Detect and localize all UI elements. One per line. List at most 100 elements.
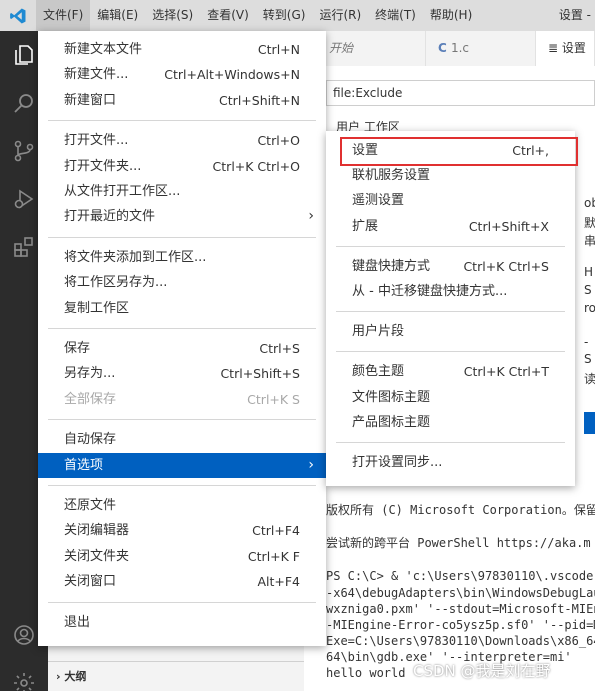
menu-item-label: 键盘快捷方式 — [352, 258, 431, 274]
settings-blue-button[interactable] — [584, 412, 595, 434]
menu-item-shortcut: Ctrl+K S — [247, 391, 300, 407]
settings-fragment: 串 — [584, 234, 595, 248]
terminal-line: 尝试新的跨平台 PowerShell https://aka.m — [326, 536, 591, 550]
settings-fragment: H — [584, 265, 594, 279]
menu-separator — [48, 485, 316, 486]
menu-separator — [48, 601, 316, 603]
window-title: 设置 - — [558, 8, 591, 22]
menu-item-shortcut: Ctrl+K F — [247, 548, 300, 564]
menu-item-pref-3-2[interactable]: 产品图标主题 — [326, 410, 575, 435]
menu-item-file-2-2[interactable]: 复制工作区 — [38, 296, 326, 321]
menu-item-file-3-0[interactable]: 保存 Ctrl+S — [38, 336, 326, 361]
outline-section[interactable]: › 大纲 — [48, 661, 304, 691]
menu-item-file-0-2[interactable]: 新建窗口 Ctrl+Shift+N — [38, 88, 326, 113]
menu-view[interactable]: 查看(V) — [200, 0, 256, 31]
menu-item-label: 保存 — [64, 341, 91, 356]
vscode-logo-icon — [0, 0, 36, 31]
tab-settings[interactable]: ≣ 设置 — [536, 31, 595, 66]
menu-item-shortcut: Ctrl+K Ctrl+T — [463, 364, 549, 380]
menu-item-pref-3-1[interactable]: 文件图标主题 — [326, 385, 575, 410]
menu-item-label: 将工作区另存为... — [64, 275, 168, 291]
menu-item-pref-0-1[interactable]: 联机服务设置 — [326, 163, 575, 188]
menu-item-label: 将文件夹添加到工作区... — [64, 249, 207, 265]
menu-item-shortcut: Alt+F4 — [257, 574, 300, 590]
menu-item-file-5-3[interactable]: 关闭窗口 Alt+F4 — [38, 569, 326, 594]
menu-item-file-2-0[interactable]: 将文件夹添加到工作区... — [38, 245, 326, 270]
menu-item-file-2-1[interactable]: 将工作区另存为... — [38, 270, 326, 295]
menu-item-label: 新建文件... — [64, 67, 129, 83]
watermark: CSDN @我是刘在野 — [413, 662, 551, 680]
menu-item-file-0-0[interactable]: 新建文本文件 Ctrl+N — [38, 37, 326, 62]
menu-item-label: 新建文本文件 — [64, 42, 143, 57]
menu-item-label: 关闭编辑器 — [64, 523, 130, 539]
menu-item-shortcut: Ctrl+Shift+X — [468, 218, 549, 234]
menu-item-pref-0-3[interactable]: 扩展 Ctrl+Shift+X — [326, 214, 575, 239]
menu-terminal[interactable]: 终端(T) — [368, 0, 423, 31]
menu-item-pref-3-0[interactable]: 颜色主题 Ctrl+K Ctrl+T — [326, 359, 575, 384]
menu-item-file-5-0[interactable]: 还原文件 — [38, 493, 326, 518]
menu-item-file-3-1[interactable]: 另存为... Ctrl+Shift+S — [38, 361, 326, 386]
terminal-line: -MIEngine-Error-co5ysz5p.sf0' '--pid=Mi — [326, 618, 595, 632]
menu-item-file-5-1[interactable]: 关闭编辑器 Ctrl+F4 — [38, 518, 326, 543]
menu-item-file-1-3[interactable]: 打开最近的文件 › — [38, 204, 326, 229]
menu-separator — [336, 245, 565, 247]
manage-gear-icon[interactable] — [0, 659, 48, 691]
menu-separator — [336, 442, 565, 443]
menu-item-label: 新建窗口 — [64, 92, 117, 108]
highlight-box — [340, 137, 578, 166]
menu-item-shortcut: Ctrl+Shift+S — [220, 366, 300, 382]
menu-separator — [48, 328, 316, 329]
menu-item-pref-4-0[interactable]: 打开设置同步... — [326, 450, 575, 475]
settings-fragment: ro — [584, 301, 595, 315]
chevron-right-icon: › — [308, 208, 314, 225]
menu-item-label: 用户片段 — [352, 324, 405, 340]
tab-1c[interactable]: C 1.c — [426, 31, 536, 66]
menu-item-file-3-2[interactable]: 全部保存 Ctrl+K S — [38, 387, 326, 412]
tab-label: 开始 — [329, 41, 354, 55]
menu-item-label: 文件图标主题 — [352, 389, 431, 405]
terminal-line: Exe=C:\Users\97830110\Downloads\x86_64- — [326, 634, 595, 648]
menu-item-label: 产品图标主题 — [352, 414, 431, 430]
menu-item-shortcut: Ctrl+K Ctrl+S — [463, 258, 549, 274]
menu-item-file-1-0[interactable]: 打开文件... Ctrl+O — [38, 128, 326, 153]
menu-item-file-5-2[interactable]: 关闭文件夹 Ctrl+K F — [38, 544, 326, 569]
menu-separator — [48, 120, 316, 122]
menu-item-file-4-0[interactable]: 自动保存 — [38, 427, 326, 452]
chevron-right-icon: › — [308, 456, 314, 473]
c-file-icon: C — [438, 41, 451, 55]
menu-item-file-6-0[interactable]: 退出 — [38, 610, 326, 635]
menu-selection[interactable]: 选择(S) — [145, 0, 200, 31]
menu-item-label: 遥测设置 — [352, 193, 405, 209]
outline-label: 大纲 — [64, 670, 87, 683]
menu-help[interactable]: 帮助(H) — [423, 0, 479, 31]
settings-fragment: 默 — [584, 216, 595, 230]
menu-item-shortcut: Ctrl+N — [257, 42, 300, 57]
menu-item-label: 颜色主题 — [352, 364, 405, 380]
menu-file[interactable]: 文件(F) — [36, 0, 91, 31]
terminal-line: 版权所有 (C) Microsoft Corporation。保留 — [326, 503, 595, 517]
settings-fragment: S — [584, 283, 592, 297]
settings-search-input[interactable]: file:Exclude — [326, 80, 595, 106]
menu-item-shortcut: Ctrl+K Ctrl+O — [212, 158, 300, 174]
menu-item-shortcut: Ctrl+F4 — [252, 523, 300, 539]
menu-item-pref-2-0[interactable]: 用户片段 — [326, 319, 575, 344]
menu-item-label: 自动保存 — [64, 432, 117, 448]
menu-item-shortcut: Ctrl+Alt+Windows+N — [164, 67, 300, 83]
menu-go[interactable]: 转到(G) — [256, 0, 313, 31]
menu-item-label: 打开文件夹... — [64, 158, 142, 174]
menu-item-pref-1-1[interactable]: 从 - 中迁移键盘快捷方式... — [326, 279, 575, 304]
menu-item-label: 关闭文件夹 — [64, 548, 130, 564]
menu-item-pref-1-0[interactable]: 键盘快捷方式 Ctrl+K Ctrl+S — [326, 254, 575, 279]
menu-run[interactable]: 运行(R) — [312, 0, 368, 31]
menu-item-label: 从文件打开工作区... — [64, 184, 181, 199]
menu-item-file-1-1[interactable]: 打开文件夹... Ctrl+K Ctrl+O — [38, 154, 326, 179]
menu-item-file-4-1[interactable]: 首选项 › — [38, 452, 326, 478]
menu-item-label: 首选项 — [64, 457, 104, 473]
menu-edit[interactable]: 编辑(E) — [90, 0, 145, 31]
menu-item-shortcut: Ctrl+S — [259, 341, 300, 356]
menu-item-file-1-2[interactable]: 从文件打开工作区... — [38, 179, 326, 204]
menu-separator — [48, 236, 316, 238]
menu-item-file-0-1[interactable]: 新建文件... Ctrl+Alt+Windows+N — [38, 62, 326, 87]
menu-item-label: 退出 — [64, 614, 91, 630]
menu-item-pref-0-2[interactable]: 遥测设置 — [326, 188, 575, 213]
